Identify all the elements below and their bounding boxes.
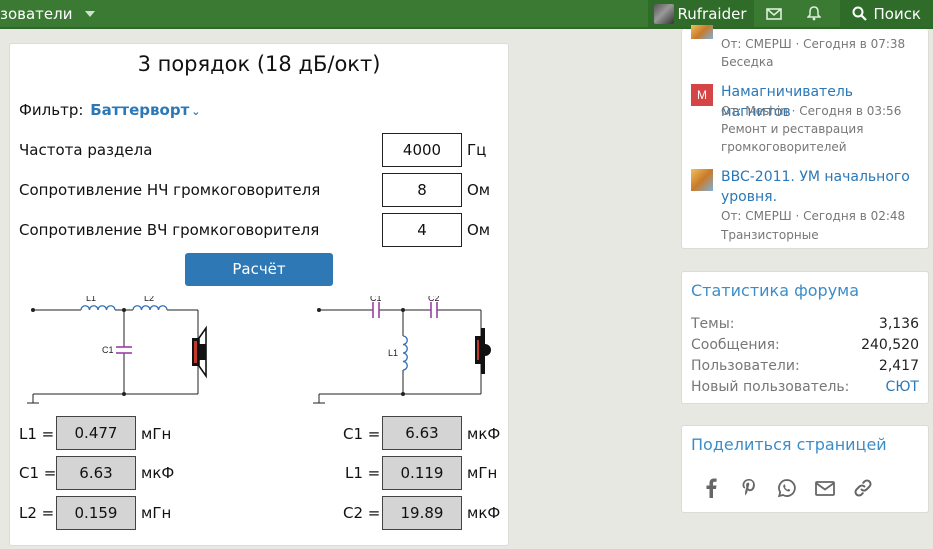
- post-meta: От: СМЕРШ · Сегодня в 02:48: [721, 209, 906, 223]
- post-title-link[interactable]: BBC-2011. УМ начального уровня.: [721, 167, 926, 207]
- filter-label: Фильтр:: [19, 101, 84, 119]
- highpass-l1-label: L1 =: [345, 464, 381, 482]
- lowpass-l1-label: L1 =: [19, 425, 55, 443]
- filter-type-select[interactable]: Баттерворт ⌄: [90, 101, 200, 119]
- post-forum: Транзисторные: [721, 228, 819, 242]
- highpass-c1-label: C1 =: [343, 425, 381, 443]
- avatar: [691, 169, 713, 191]
- stat-row-members: Пользователи: 2,417: [691, 358, 919, 374]
- bell-icon: [807, 6, 822, 21]
- list-item[interactable]: BBC-2011. УМ начального уровня. От: СМЕР…: [691, 167, 923, 247]
- lowpass-l2-unit: мГн: [141, 504, 172, 522]
- highpass-c2-label: C2 =: [343, 504, 381, 522]
- crossover-frequency-label: Частота раздела: [19, 141, 153, 159]
- share-page-heading: Поделиться страницей: [691, 435, 887, 454]
- highpass-c1-unit: мкФ: [467, 425, 501, 443]
- search-label: Поиск: [873, 4, 921, 23]
- facebook-icon[interactable]: [698, 476, 724, 500]
- lowpass-l2-label: L2 =: [19, 504, 55, 522]
- highpass-c1-value: 6.63: [382, 416, 462, 450]
- stat-value: 3,136: [878, 316, 919, 332]
- pinterest-icon[interactable]: [736, 476, 762, 500]
- envelope-icon: [766, 7, 783, 20]
- link-icon[interactable]: [850, 476, 876, 500]
- lowpass-c1-value: 6.63: [56, 456, 136, 490]
- avatar: M: [691, 84, 713, 106]
- woofer-impedance-label: Сопротивление НЧ громкоговорителя: [19, 181, 321, 199]
- stat-value: 240,520: [861, 337, 919, 353]
- username-label: Rufraider: [677, 4, 747, 23]
- post-forum: Беседка: [721, 55, 774, 69]
- crossover-frequency-input[interactable]: 4000: [382, 133, 462, 167]
- alerts-button[interactable]: [794, 0, 834, 27]
- tweeter-impedance-label: Сопротивление ВЧ громкоговорителя: [19, 221, 320, 239]
- stat-label: Сообщения:: [691, 337, 780, 353]
- list-item[interactable]: От: СМЕРШ · Сегодня в 07:38 Беседка: [691, 25, 923, 74]
- whatsapp-icon[interactable]: [774, 476, 800, 500]
- calculate-button[interactable]: Расчёт: [185, 253, 333, 286]
- post-meta: От: СМЕРШ · Сегодня в 07:38: [721, 37, 906, 51]
- woofer-impedance-input[interactable]: 8: [382, 173, 462, 207]
- lowpass-c1-label: C1 =: [19, 464, 57, 482]
- tweeter-impedance-unit: Ом: [467, 221, 491, 239]
- inductor-l1-coil: [80, 305, 116, 311]
- list-item[interactable]: M Намагничиватель магнитов От: Meshin · …: [691, 82, 923, 162]
- lowpass-schematic: L1 L2 C1: [27, 296, 207, 404]
- search-icon: [852, 6, 868, 21]
- inductor-l2-coil: [132, 305, 168, 311]
- highpass-l1-unit: мГн: [467, 464, 498, 482]
- chevron-down-icon: [84, 10, 95, 17]
- schematic-label-l2: L2: [144, 296, 154, 303]
- stat-value: 2,417: [878, 358, 919, 374]
- lowpass-l1-value: 0.477: [56, 416, 136, 450]
- stat-row-threads: Темы: 3,136: [691, 316, 919, 332]
- highpass-c2-value: 19.89: [382, 496, 462, 530]
- chevron-down-icon: ⌄: [191, 105, 201, 118]
- share-buttons: [698, 476, 876, 500]
- schematic-label-l1: L1: [388, 348, 398, 358]
- avatar: [691, 25, 713, 39]
- newest-member-link[interactable]: СЮТ: [886, 379, 919, 395]
- stat-row-newest-member: Новый пользователь: СЮТ: [691, 379, 919, 395]
- top-navigation-bar: зователи Rufraider Поиск: [0, 0, 933, 29]
- nav-users-menu[interactable]: зователи: [0, 0, 95, 27]
- forum-stats-heading[interactable]: Статистика форума: [691, 281, 859, 300]
- tweeter-impedance-input[interactable]: 4: [382, 213, 462, 247]
- schematic-label-c1: C1: [102, 345, 114, 355]
- speaker-icon: [475, 328, 491, 374]
- user-menu-button[interactable]: Rufraider: [647, 0, 755, 27]
- schematic-label-c2: C2: [428, 296, 440, 303]
- crossover-frequency-unit: Гц: [467, 141, 487, 159]
- post-forum-continued: громкоговорителей: [721, 140, 847, 154]
- post-meta: От: Meshin · Сегодня в 03:56: [721, 104, 902, 118]
- nav-users-label: зователи: [0, 4, 73, 23]
- stat-label: Пользователи:: [691, 358, 800, 374]
- stat-label: Темы:: [691, 316, 735, 332]
- email-icon[interactable]: [812, 476, 838, 500]
- woofer-impedance-unit: Ом: [467, 181, 491, 199]
- avatar: [653, 3, 674, 24]
- inductor-l1-coil: [402, 335, 408, 371]
- schematic-label-c1: C1: [370, 296, 382, 303]
- highpass-c2-unit: мкФ: [467, 504, 501, 522]
- post-forum: Ремонт и реставрация: [721, 122, 864, 136]
- filter-row: Фильтр: Баттерворт ⌄: [19, 101, 201, 119]
- schematic-label-l1: L1: [86, 296, 96, 303]
- lowpass-c1-unit: мкФ: [141, 464, 175, 482]
- messages-button[interactable]: [754, 0, 794, 27]
- stat-label: Новый пользователь:: [691, 379, 850, 395]
- stat-row-messages: Сообщения: 240,520: [691, 337, 919, 353]
- speaker-icon: [192, 325, 207, 379]
- highpass-l1-value: 0.119: [382, 456, 462, 490]
- lowpass-l1-unit: мГн: [141, 425, 172, 443]
- search-button[interactable]: Поиск: [840, 0, 933, 27]
- highpass-schematic: C1 C2 L1: [313, 296, 491, 404]
- nav-account-area: Rufraider Поиск: [647, 0, 933, 27]
- calculator-title: 3 порядок (18 дБ/окт): [137, 52, 381, 76]
- filter-type-value: Баттерворт: [90, 101, 190, 119]
- lowpass-l2-value: 0.159: [56, 496, 136, 530]
